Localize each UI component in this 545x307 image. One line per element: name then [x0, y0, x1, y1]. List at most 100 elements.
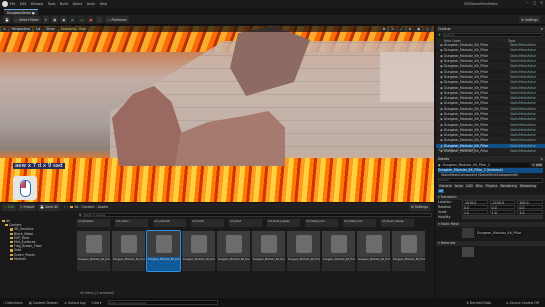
close-icon[interactable]: × — [540, 27, 543, 31]
content-add-button[interactable]: + Add — [2, 203, 16, 211]
path-assets[interactable]: Assets — [98, 205, 108, 209]
eye-icon[interactable]: ◉ — [440, 138, 443, 142]
eye-icon[interactable]: ◉ — [440, 117, 443, 121]
play-button[interactable]: ▶ — [69, 16, 77, 23]
eye-icon[interactable]: ◉ — [440, 123, 443, 127]
tab-all[interactable]: All — [438, 188, 444, 193]
details-search-input[interactable] — [438, 178, 543, 183]
asset-tile[interactable]: Dungeon_Modular_Kit_Floor_Tile — [392, 231, 425, 271]
add-icon[interactable]: ✚ — [438, 33, 441, 37]
show-button[interactable]: Show — [44, 26, 57, 32]
close-icon[interactable]: × — [538, 0, 545, 5]
tab-rendering[interactable]: Rendering — [499, 183, 518, 188]
col-item-label[interactable]: Item Label — [438, 39, 508, 43]
settings-button[interactable]: ⚙ Settings — [519, 16, 540, 23]
grid-snap-button[interactable]: # — [406, 26, 414, 32]
rotation-y-input[interactable]: 0.0 — [489, 205, 516, 210]
tab-streaming[interactable]: Streaming — [518, 183, 538, 188]
folder-tile[interactable]: Art_Torch — [191, 219, 224, 227]
eye-icon[interactable]: ◉ — [440, 112, 443, 116]
menu-file[interactable]: File — [10, 2, 15, 6]
eye-icon[interactable]: ◉ — [440, 107, 443, 111]
eye-icon[interactable]: ◉ — [440, 133, 443, 137]
cmd-selector[interactable]: Cmd ▾ — [92, 301, 102, 305]
outliner-search-input[interactable] — [442, 32, 543, 38]
menu-build[interactable]: Build — [60, 2, 68, 6]
rotate-tool[interactable]: ↻ — [389, 26, 396, 32]
eye-icon[interactable]: ◉ — [440, 43, 443, 47]
minimize-icon[interactable]: – — [524, 0, 531, 5]
content-settings-button[interactable]: ⚙ Settings — [409, 203, 430, 211]
eye-icon[interactable]: ◉ — [440, 54, 443, 58]
save-all-button[interactable]: 💾 Save All — [38, 203, 60, 211]
output-log-button[interactable]: ≡ Output Log — [64, 301, 85, 305]
details-actor-name[interactable]: Dungeon_Modular_Kit_Pillar_2 — [441, 162, 530, 168]
scale-z-input[interactable]: 1.0 — [517, 210, 544, 215]
menu-window[interactable]: Window — [31, 2, 44, 6]
filter-icon[interactable]: ⚲ — [79, 213, 81, 217]
location-x-input[interactable]: -1010.0 — [462, 200, 488, 205]
scale-x-input[interactable]: 1.0 — [462, 210, 488, 215]
asset-search-input[interactable] — [83, 212, 432, 218]
col-type[interactable]: Type — [508, 39, 515, 43]
blueprint-button[interactable]: ▦ — [51, 16, 59, 23]
folder-tile[interactable]: Art_Dust_Leaves — [381, 219, 414, 227]
static-mesh-value[interactable]: Dungeon_Modular_Kit_Pillar — [476, 230, 523, 235]
tab-actor[interactable]: Actor — [453, 183, 464, 188]
tab-lod[interactable]: LOD — [464, 183, 474, 188]
select-mode-button[interactable]: ⬚ Select Mode — [12, 16, 41, 23]
skip-button[interactable]: ⏭ — [78, 16, 86, 23]
scalability-warning[interactable]: Scalability: High — [58, 26, 89, 32]
asset-tile[interactable]: Dungeon_Modular_Kit_Floor — [322, 231, 355, 271]
tree-folder[interactable]: Meshes — [0, 257, 75, 261]
scale-tool[interactable]: ⤢ — [397, 26, 405, 32]
folder-tile[interactable]: Art_Steel_Arch — [343, 219, 376, 227]
lit-button[interactable]: Lit — [34, 26, 43, 32]
details-add-button[interactable]: + Add — [531, 163, 543, 167]
mobility-selector[interactable] — [462, 215, 543, 219]
eye-icon[interactable]: ◉ — [440, 64, 443, 68]
console-command-input[interactable] — [107, 300, 218, 305]
menu-select[interactable]: Select — [72, 2, 82, 6]
add-content-button[interactable]: ✚ — [42, 16, 50, 23]
path-content[interactable]: Content — [82, 205, 95, 209]
asset-tile[interactable]: Dungeon_Modular_Kit_Floor — [287, 231, 320, 271]
asset-tile[interactable]: Dungeon_Modular_Kit_Door_Arch — [77, 231, 110, 271]
derived-data-button[interactable]: ⇅ Derived Data — [466, 301, 491, 305]
platforms-button[interactable]: ▭ Platforms — [105, 16, 129, 23]
collections-button[interactable]: › Collections — [3, 301, 23, 305]
level-viewport[interactable]: ≡ Perspective Lit Show Scalability: High… — [0, 26, 434, 202]
menu-actor[interactable]: Actor — [87, 2, 95, 6]
perspective-button[interactable]: Perspective — [9, 26, 33, 32]
menu-tools[interactable]: Tools — [48, 2, 56, 6]
eye-icon[interactable]: ◉ — [440, 86, 443, 90]
maximize-icon[interactable]: □ — [531, 0, 538, 5]
asset-tile[interactable]: Dungeon_Modular_Kit_Door_Arch_Smal — [252, 231, 285, 271]
location-z-input[interactable]: 100.0 — [517, 200, 544, 205]
eye-icon[interactable]: ◉ — [440, 96, 443, 100]
eye-icon[interactable]: ◉ — [440, 128, 443, 132]
forward-icon[interactable]: › — [67, 205, 68, 209]
save-button[interactable]: 💾 — [3, 16, 11, 23]
translate-tool[interactable]: ✥ — [380, 26, 388, 32]
content-drawer-button[interactable]: ▤ Content Drawer — [29, 301, 58, 305]
rotation-x-input[interactable]: 0.0 — [462, 205, 488, 210]
menu-edit[interactable]: Edit — [20, 2, 26, 6]
tab-general[interactable]: General — [438, 183, 453, 188]
rotation-z-input[interactable]: 0.0 — [517, 205, 544, 210]
folder-tile[interactable]: Art_Cobweb — [153, 219, 186, 227]
asset-tile[interactable]: Dungeon_Modular_Kit_Door_Arch_Smal — [217, 231, 250, 271]
folder-tile[interactable]: Art_Braziers — [77, 219, 110, 227]
eye-icon[interactable]: ◉ — [440, 59, 443, 63]
eye-icon[interactable]: ◉ — [440, 101, 443, 105]
asset-tile[interactable]: Dungeon_Modular_Kit_Door_Arch_Smal — [182, 231, 215, 271]
cinematics-button[interactable]: ▣ — [60, 16, 68, 23]
folder-tile[interactable]: Art_Chain — [115, 219, 148, 227]
close-icon[interactable]: × — [540, 157, 543, 161]
scale-y-input[interactable]: 1.0 — [489, 210, 516, 215]
asset-tile[interactable]: Dungeon_Modular_Kit_Floor_Tile — [357, 231, 390, 271]
camera-speed-button[interactable]: ◉ — [415, 26, 422, 32]
material-thumbnail[interactable] — [462, 246, 474, 257]
eye-icon[interactable]: ◉ — [440, 80, 443, 84]
tab-misc[interactable]: Misc — [474, 183, 484, 188]
